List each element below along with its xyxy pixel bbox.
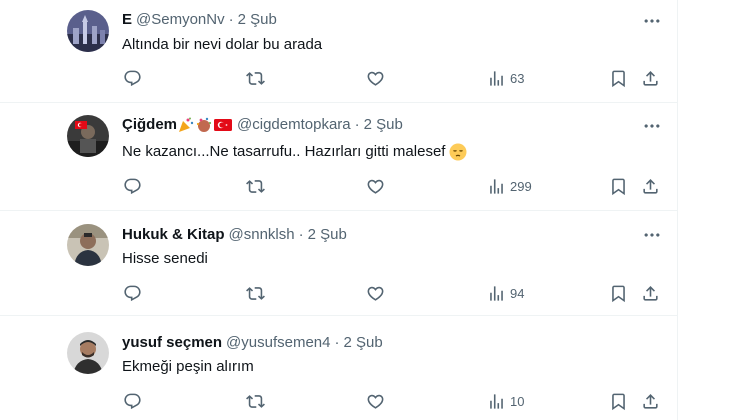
heart-icon [366, 284, 385, 303]
tweet-text: Ekmeği peşin alırım [122, 357, 254, 377]
user-handle[interactable]: @snnklsh [229, 225, 295, 245]
tweet-text-content: Hisse senedi [122, 250, 208, 267]
views-button[interactable]: 299 [487, 177, 532, 196]
retweet-button[interactable] [246, 177, 265, 196]
bookmark-icon [609, 284, 628, 303]
views-button[interactable]: 10 [487, 392, 524, 411]
bar-chart-icon [487, 69, 506, 88]
tweet-date[interactable]: 2 Şub [238, 10, 277, 30]
avatar[interactable] [67, 224, 109, 266]
bookmark-icon [609, 177, 628, 196]
user-handle[interactable]: @SemyonNv [136, 10, 225, 30]
like-button[interactable] [366, 284, 385, 303]
avatar[interactable] [67, 332, 109, 374]
retweet-button[interactable] [246, 392, 265, 411]
avatar[interactable] [67, 10, 109, 52]
reply-button[interactable] [123, 177, 142, 196]
views-button[interactable]: 63 [487, 69, 524, 88]
reply-button[interactable] [123, 392, 142, 411]
reply-button[interactable] [123, 284, 142, 303]
confetti-ball-icon [196, 117, 212, 132]
reply-feed: E @SemyonNv · 2 Şub Altında bir nevi dol… [0, 0, 678, 420]
tweet-text: Ne kazancı...Ne tasarrufu.. Hazırları gi… [122, 142, 467, 162]
user-handle[interactable]: @cigdemtopkara [237, 115, 351, 135]
share-button[interactable] [641, 392, 660, 411]
share-button[interactable] [641, 284, 660, 303]
heart-icon [366, 69, 385, 88]
more-dots-icon [642, 116, 662, 136]
display-name[interactable]: yusuf seçmen [122, 333, 222, 353]
more-options-button[interactable] [642, 225, 662, 245]
tweet-text-content: Ekmeği peşin alırım [122, 358, 254, 375]
tweet-text-content: Ne kazancı...Ne tasarrufu.. Hazırları gi… [122, 143, 446, 160]
user-handle[interactable]: @yusufsemen4 [226, 333, 330, 353]
tweet-semyonnv[interactable]: E @SemyonNv · 2 Şub Altında bir nevi dol… [0, 0, 677, 103]
share-upload-icon [641, 284, 660, 303]
comment-bubble-icon [123, 69, 142, 88]
bookmark-icon [609, 392, 628, 411]
heart-icon [366, 177, 385, 196]
name-emojis [178, 117, 233, 133]
more-options-button[interactable] [642, 11, 662, 31]
bookmark-icon [609, 69, 628, 88]
tweet-date[interactable]: 2 Şub [364, 115, 403, 135]
share-upload-icon [641, 177, 660, 196]
retweet-arrows-icon [246, 177, 265, 196]
tweet-date[interactable]: 2 Şub [308, 225, 347, 245]
separator-dot: · [298, 226, 304, 243]
share-upload-icon [641, 392, 660, 411]
tweet-text: Hisse senedi [122, 249, 208, 269]
bar-chart-icon [487, 284, 506, 303]
reply-button[interactable] [123, 69, 142, 88]
tweet-text: Altında bir nevi dolar bu arada [122, 35, 322, 55]
party-popper-icon [179, 117, 194, 132]
views-count: 63 [510, 71, 525, 86]
display-name[interactable]: Çiğdem [122, 115, 177, 135]
tweet-yusufsemen4[interactable]: yusuf seçmen @yusufsemen4 · 2 Şub Ekmeği… [0, 316, 677, 420]
comment-bubble-icon [123, 177, 142, 196]
tweet-snnklsh[interactable]: Hukuk & Kitap @snnklsh · 2 Şub Hisse sen… [0, 211, 677, 316]
more-options-button[interactable] [642, 116, 662, 136]
share-upload-icon [641, 69, 660, 88]
avatar[interactable] [67, 115, 109, 157]
tweet-date[interactable]: 2 Şub [344, 333, 383, 353]
display-name[interactable]: E [122, 10, 132, 30]
bar-chart-icon [487, 392, 506, 411]
more-dots-icon [642, 11, 662, 31]
heart-icon [366, 392, 385, 411]
retweet-button[interactable] [246, 69, 265, 88]
bar-chart-icon [487, 177, 506, 196]
tweet-text-content: Altında bir nevi dolar bu arada [122, 36, 323, 53]
share-button[interactable] [641, 69, 660, 88]
views-count: 10 [510, 394, 525, 409]
pensive-face-icon [449, 143, 467, 161]
retweet-button[interactable] [246, 284, 265, 303]
separator-dot: · [228, 11, 234, 28]
like-button[interactable] [366, 69, 385, 88]
more-dots-icon [642, 225, 662, 245]
separator-dot: · [334, 334, 340, 351]
share-button[interactable] [641, 177, 660, 196]
like-button[interactable] [366, 177, 385, 196]
bookmark-button[interactable] [609, 284, 628, 303]
retweet-arrows-icon [246, 69, 265, 88]
display-name[interactable]: Hukuk & Kitap [122, 225, 225, 245]
retweet-arrows-icon [246, 284, 265, 303]
tweet-cigdemtopkara[interactable]: Çiğdem @cigdemtopkara · 2 Şub Ne kazancı… [0, 103, 677, 211]
views-button[interactable]: 94 [487, 284, 524, 303]
bookmark-button[interactable] [609, 177, 628, 196]
turkey-flag-icon [214, 119, 233, 131]
views-count: 94 [510, 286, 525, 301]
retweet-arrows-icon [246, 392, 265, 411]
separator-dot: · [354, 116, 360, 133]
comment-bubble-icon [123, 392, 142, 411]
like-button[interactable] [366, 392, 385, 411]
views-count: 299 [510, 179, 532, 194]
bookmark-button[interactable] [609, 69, 628, 88]
bookmark-button[interactable] [609, 392, 628, 411]
comment-bubble-icon [123, 284, 142, 303]
